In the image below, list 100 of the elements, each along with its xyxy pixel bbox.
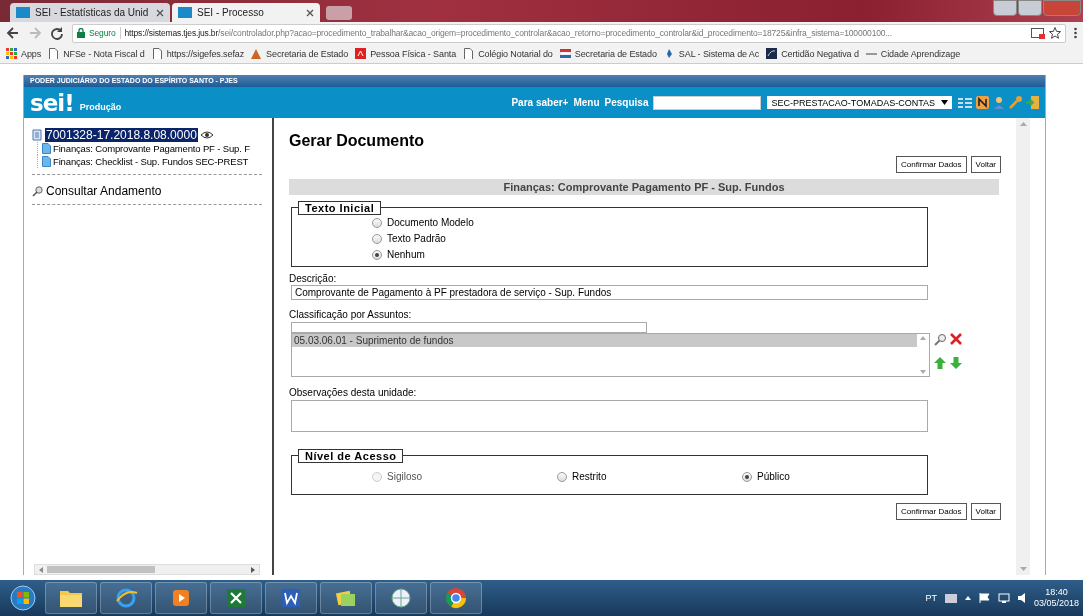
vertical-scrollbar[interactable] [1016, 118, 1031, 575]
back-button[interactable]: Voltar [970, 156, 1001, 173]
flag-icon[interactable] [978, 593, 990, 603]
down-arrow-icon[interactable] [950, 356, 962, 369]
clock-date[interactable]: 03/05/2018 [1033, 598, 1079, 609]
site-icon [178, 7, 192, 18]
process-number[interactable]: 7001328-17.2018.8.08.0000 [45, 128, 198, 142]
document-icon[interactable] [42, 143, 51, 154]
radio-label: Público [757, 471, 790, 482]
back-button[interactable]: Voltar [970, 503, 1001, 520]
apps-icon [6, 48, 17, 59]
language-indicator[interactable]: PT [925, 593, 937, 603]
down-arrow-icon[interactable] [920, 370, 926, 374]
notes-icon[interactable] [976, 96, 989, 109]
network-icon[interactable] [388, 585, 414, 611]
bookmark[interactable]: SAL - Sistema de Ac [663, 48, 760, 59]
bookmark[interactable]: NFSe - Nota Fiscal d [48, 48, 145, 59]
radio-label: Nenhum [387, 249, 425, 260]
process-icon[interactable] [32, 129, 43, 141]
flag-icon [559, 48, 571, 59]
logo[interactable]: sei! [30, 89, 74, 116]
field-label: Classificação por Assuntos: [289, 309, 413, 320]
page-icon [463, 48, 475, 59]
bookmark[interactable]: Certidão Negativa d [766, 48, 859, 59]
delete-icon[interactable] [950, 333, 962, 345]
cast-icon[interactable] [1031, 27, 1045, 39]
radio-button[interactable] [372, 217, 382, 228]
radio-button[interactable] [742, 471, 752, 482]
description-field[interactable]: Comprovante de Pagamento à PF prestadora de serviço - Sup. Fundos [291, 285, 928, 300]
user-icon[interactable] [993, 96, 1005, 109]
star-icon[interactable] [1049, 27, 1061, 39]
url-text: https://sistemas.tjes.jus.br/sei/controlador.php?acao=procedimento_trabalhar&acao_origem=procedimento_controlar&acao_retorno=procedimento_controlar&id_procedimento=18725&infra_sistema=100000100... [124, 28, 894, 38]
start-icon[interactable] [10, 585, 36, 611]
horizontal-scrollbar[interactable] [34, 564, 260, 575]
document-icon[interactable] [42, 156, 51, 167]
bookmark[interactable]: Colégio Notarial do [463, 48, 553, 59]
consult-link[interactable]: Consultar Andamento [32, 184, 270, 198]
right-arrow-icon[interactable] [251, 566, 255, 573]
page-icon [151, 48, 163, 59]
radio-button[interactable] [372, 249, 382, 260]
document-link[interactable]: Finanças: Checklist - Sup. Fundos SEC-PREST [53, 156, 249, 167]
fieldset-legend: Nível de Acesso [298, 449, 404, 463]
search-icon [32, 185, 43, 197]
more-icon[interactable] [1074, 27, 1077, 39]
header-link[interactable]: Pesquisa [604, 97, 649, 108]
maximize-button[interactable] [1018, 0, 1042, 16]
document-type-bar: Finanças: Comprovante Pagamento PF - Sup. Fundos [289, 179, 999, 195]
search-icon[interactable] [934, 333, 947, 346]
confirm-button[interactable]: Confirmar Dados [896, 503, 967, 520]
field-label: Descrição: [289, 273, 338, 284]
radio-button[interactable] [557, 471, 567, 482]
up-arrow-icon[interactable] [964, 596, 971, 600]
back-icon[interactable] [6, 26, 20, 40]
left-arrow-icon[interactable] [39, 566, 43, 573]
caret-icon [941, 100, 948, 105]
site-icon [355, 48, 367, 59]
reload-icon[interactable] [50, 26, 64, 40]
bookmark[interactable]: Pessoa Física - Santa [355, 48, 457, 59]
field-label: Observações desta unidade: [289, 387, 418, 398]
site-icon [16, 7, 30, 18]
radio-label: Sigiloso [387, 471, 423, 482]
list-item[interactable]: 05.03.06.01 - Suprimento de fundos [292, 334, 917, 347]
radio-label: Documento Modelo [387, 217, 474, 228]
bookmark[interactable]: Cidade Aprendizage [865, 48, 961, 59]
network-icon[interactable] [997, 593, 1010, 603]
minimize-button[interactable] [993, 0, 1017, 16]
unit-select[interactable]: SEC-PRESTACAO-TOMADAS-CONTAS [767, 96, 952, 109]
header-link[interactable]: Menu [573, 97, 600, 108]
speaker-icon[interactable] [1017, 593, 1026, 603]
radio-button[interactable] [372, 233, 382, 244]
keyboard-icon[interactable] [944, 593, 957, 603]
environment-label: Produção [79, 101, 122, 112]
notes-field[interactable] [291, 400, 928, 432]
radio-label: Restrito [572, 471, 607, 482]
close-icon[interactable] [306, 8, 314, 17]
fieldset-legend: Texto Inicial [298, 201, 382, 215]
document-link[interactable]: Finanças: Comprovante Pagamento PF - Sup. F [53, 143, 250, 154]
triangle-icon [251, 48, 263, 59]
browser-icon[interactable] [443, 585, 469, 611]
eye-icon[interactable] [199, 131, 214, 139]
page-title: Gerar Documento [289, 132, 426, 150]
scroll-thumb[interactable] [47, 566, 155, 573]
bookmark[interactable]: https://sigefes.sefaz [151, 48, 245, 59]
browser-tab[interactable]: SEI - Estatísticas da Unid [10, 3, 170, 22]
square-icon [766, 48, 778, 59]
bookmark[interactable]: Secretaria de Estado [559, 48, 657, 59]
radio-label: Texto Padrão [387, 233, 446, 244]
confirm-button[interactable]: Confirmar Dados [896, 156, 967, 173]
page-icon [48, 48, 60, 59]
apps-shortcut[interactable]: Apps [6, 48, 42, 59]
search-field[interactable] [653, 95, 762, 110]
secure-label: Seguro [89, 28, 116, 38]
close-icon[interactable] [156, 8, 164, 17]
subject-search-field[interactable] [291, 322, 647, 333]
clock-time[interactable]: 18:40 [1045, 587, 1068, 598]
bookmark[interactable]: Secretaria de Estado [251, 48, 349, 59]
browser-tab[interactable]: SEI - Processo [172, 3, 320, 22]
subject-list[interactable]: 05.03.06.01 - Suprimento de fundos [291, 333, 930, 377]
header-link[interactable]: Para saber+ [511, 97, 569, 108]
down-arrow-icon[interactable] [1019, 567, 1027, 571]
